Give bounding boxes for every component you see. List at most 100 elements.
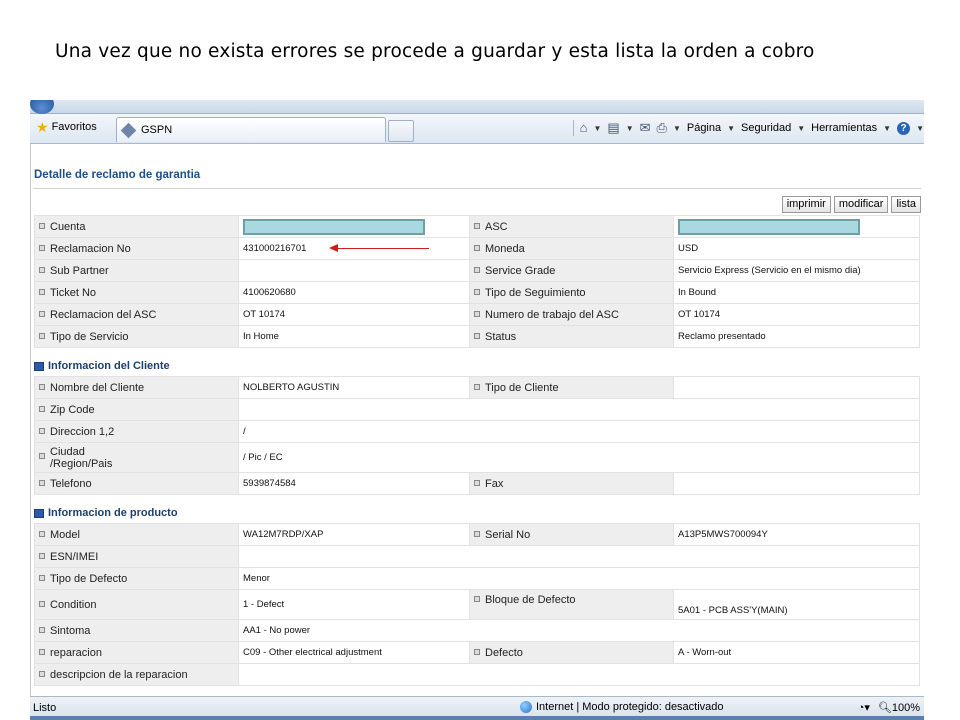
- bullet-icon: [39, 332, 45, 339]
- bullet-icon: [474, 288, 480, 295]
- field-label: Sintoma: [34, 619, 239, 642]
- field-label: Bloque de Defecto: [469, 589, 674, 620]
- taskbar: [30, 716, 924, 720]
- table-row: Tipo de Defecto Menor: [34, 567, 920, 590]
- mail-icon[interactable]: ✉: [640, 121, 651, 135]
- table-row: Direccion 1,2 /: [34, 420, 920, 443]
- tab-title: GSPN: [141, 124, 173, 136]
- bullet-icon: [39, 266, 45, 273]
- bullet-icon: [39, 648, 45, 655]
- field-label: Tipo de Cliente: [469, 376, 674, 399]
- bullet-icon: [39, 222, 45, 229]
- page-title: Detalle de reclamo de garantia: [34, 169, 201, 181]
- page-content: Detalle de reclamo de garantia imprimir …: [30, 144, 924, 696]
- security-menu[interactable]: Seguridad: [741, 122, 791, 134]
- table-row: Sub Partner Service Grade Servicio Expre…: [34, 259, 920, 282]
- zone-label: Internet | Modo protegido: desactivado: [536, 701, 724, 713]
- home-icon[interactable]: ⌂: [580, 121, 588, 135]
- command-bar: ★ Favoritos GSPN ⌂ ▼ ▤ ▼ ✉ ⎙ ▼ Página ▼ Segu…: [30, 114, 924, 144]
- table-row: Sintoma AA1 - No power: [34, 619, 920, 642]
- help-icon[interactable]: ?: [897, 121, 911, 135]
- field-label: descripcion de la reparacion: [34, 663, 239, 686]
- field-label: Direccion 1,2: [34, 420, 239, 443]
- repair-value: C09 - Other electrical adjustment: [238, 641, 470, 664]
- bullet-icon: [39, 670, 45, 677]
- client-name-value: NOLBERTO AGUSTIN: [238, 376, 470, 399]
- status-right: ◔▾ 🔍︎100%: [858, 701, 920, 714]
- zoom-control[interactable]: 🔍︎100%: [878, 701, 920, 714]
- sub-partner-value: [238, 259, 470, 282]
- security-zone[interactable]: Internet | Modo protegido: desactivado: [520, 701, 724, 713]
- protected-mode-icon[interactable]: ◔▾: [858, 701, 870, 714]
- bullet-icon: [39, 453, 45, 460]
- table-row: Cuenta ASC: [34, 215, 920, 238]
- product-section-header: Informacion de producto: [34, 507, 178, 519]
- field-label: Sub Partner: [34, 259, 239, 282]
- symptom-value: AA1 - No power: [238, 619, 920, 642]
- asc-field[interactable]: [673, 215, 920, 238]
- asc-claim-value: OT 10174: [238, 303, 470, 326]
- ticket-number-value: 4100620680: [238, 281, 470, 304]
- fax-value: [673, 472, 920, 495]
- field-label: Service Grade: [469, 259, 674, 282]
- service-type-value: In Home: [238, 325, 470, 348]
- chevron-down-icon[interactable]: ▼: [883, 124, 891, 133]
- print-button[interactable]: imprimir: [781, 196, 831, 213]
- bullet-icon: [474, 244, 480, 251]
- divider: [33, 188, 921, 189]
- field-label: Nombre del Cliente: [34, 376, 239, 399]
- field-label: Telefono: [34, 472, 239, 495]
- bullet-icon: [39, 552, 45, 559]
- page-menu[interactable]: Página: [687, 122, 721, 134]
- field-label: Defecto: [469, 641, 674, 664]
- defect-value: A - Worn-out: [673, 641, 920, 664]
- service-grade-value: Servicio Express (Servicio en el mismo d…: [673, 259, 920, 282]
- chevron-down-icon[interactable]: ▼: [916, 124, 924, 133]
- bullet-icon: [39, 405, 45, 412]
- bullet-icon: [474, 530, 480, 537]
- bullet-icon: [474, 222, 480, 229]
- bullet-icon: [39, 574, 45, 581]
- list-button[interactable]: lista: [891, 196, 921, 213]
- chevron-down-icon[interactable]: ▼: [673, 124, 681, 133]
- zip-value: [238, 398, 920, 421]
- field-label: Numero de trabajo del ASC: [469, 303, 674, 326]
- field-label: Zip Code: [34, 398, 239, 421]
- chevron-down-icon[interactable]: ▼: [626, 124, 634, 133]
- tools-menu[interactable]: Herramientas: [811, 122, 877, 134]
- feed-icon[interactable]: ▤: [607, 121, 619, 135]
- favorites-button[interactable]: ★ Favoritos: [36, 120, 97, 134]
- claim-table: Cuenta ASC Reclamacion No 431000216701 M…: [34, 215, 920, 348]
- modify-button[interactable]: modificar: [833, 196, 889, 213]
- bullet-icon: [474, 479, 480, 486]
- model-value: WA12M7RDP/XAP: [238, 523, 470, 546]
- status-value: Reclamo presentado: [673, 325, 920, 348]
- print-icon[interactable]: ⎙: [657, 121, 667, 135]
- bullet-icon: [474, 596, 480, 602]
- account-field[interactable]: [238, 215, 470, 238]
- bullet-icon: [474, 332, 480, 339]
- new-tab-button[interactable]: [388, 120, 414, 142]
- table-row: descripcion de la reparacion: [34, 663, 920, 686]
- client-section-header: Informacion del Cliente: [34, 360, 170, 372]
- phone-value: 5939874584: [238, 472, 470, 495]
- bullet-icon: [39, 626, 45, 633]
- chevron-down-icon[interactable]: ▼: [727, 124, 735, 133]
- chevron-down-icon[interactable]: ▼: [593, 124, 601, 133]
- table-row: Ticket No 4100620680 Tipo de Seguimiento…: [34, 281, 920, 304]
- back-button[interactable]: [30, 100, 54, 114]
- bullet-icon: [39, 427, 45, 434]
- browser-tab[interactable]: GSPN: [116, 117, 386, 142]
- defect-type-value: Menor: [238, 567, 920, 590]
- zoom-icon: 🔍︎: [877, 702, 892, 714]
- serial-value: A13P5MWS700094Y: [673, 523, 920, 546]
- chevron-down-icon[interactable]: ▼: [797, 124, 805, 133]
- product-table: Model WA12M7RDP/XAP Serial No A13P5MWS70…: [34, 523, 920, 686]
- table-row: Model WA12M7RDP/XAP Serial No A13P5MWS70…: [34, 523, 920, 546]
- redacted-field: [243, 218, 425, 235]
- section-icon: [34, 361, 44, 371]
- bullet-icon: [474, 266, 480, 273]
- table-row: Reclamacion No 431000216701 Moneda USD: [34, 237, 920, 260]
- field-label: Tipo de Defecto: [34, 567, 239, 590]
- table-row: Reclamacion del ASC OT 10174 Numero de t…: [34, 303, 920, 326]
